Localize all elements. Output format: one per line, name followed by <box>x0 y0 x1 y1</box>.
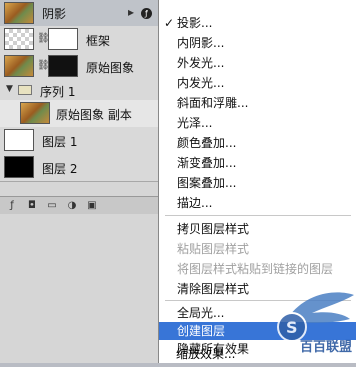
mask-icon[interactable]: ◘ <box>26 200 38 211</box>
layer-row[interactable]: ⛓ 原始图象 <box>0 53 160 81</box>
layer-mask-thumbnail[interactable] <box>48 55 78 77</box>
layer-row[interactable]: 图层 1 <box>0 127 160 155</box>
menu-item-outer-glow[interactable]: 外发光... <box>159 54 356 72</box>
new-layer-icon[interactable]: ▣ <box>86 200 98 211</box>
layer-group-row[interactable]: ▼ 序列 1 <box>0 80 160 101</box>
panel-top-icons: ▸ ƒ <box>128 5 152 19</box>
expand-arrow-icon[interactable]: ▸ <box>128 5 134 19</box>
menu-item-color-overlay[interactable]: 颜色叠加... <box>159 134 356 152</box>
menu-item-paste-layer-style: 粘贴图层样式 <box>177 242 250 256</box>
layer-mask-thumbnail[interactable] <box>48 28 78 50</box>
watermark-logo: S 百百联盟 <box>230 285 356 363</box>
layer-name: 阴影 <box>42 7 67 21</box>
menu-item-drop-shadow[interactable]: ✓ 投影... <box>159 14 356 32</box>
menu-item-paste-to-linked: 将图层样式粘贴到链接的图层 <box>177 262 334 276</box>
menu-item-satin[interactable]: 光泽... <box>159 114 356 132</box>
menu-item-inner-shadow[interactable]: 内阴影... <box>159 34 356 52</box>
layer-row[interactable]: ⛓ 框架 <box>0 26 160 54</box>
fx-badge-icon: ƒ <box>140 8 152 19</box>
layer-row[interactable]: 原始图象 副本 <box>0 100 160 128</box>
layer-name: 序列 1 <box>40 85 76 99</box>
layer-thumbnail <box>4 156 34 178</box>
layer-name: 图层 2 <box>42 162 78 176</box>
layer-name: 原始图象 副本 <box>56 108 132 122</box>
adjustment-icon[interactable]: ◑ <box>66 200 78 211</box>
menu-separator <box>165 215 351 216</box>
menu-item-gradient-overlay[interactable]: 渐变叠加... <box>159 154 356 172</box>
menu-item-inner-glow[interactable]: 内发光... <box>159 74 356 92</box>
fx-icon[interactable]: ƒ <box>6 200 18 211</box>
layer-thumbnail <box>20 102 50 124</box>
menu-item-bevel-emboss[interactable]: 斜面和浮雕... <box>159 94 356 112</box>
layer-thumbnail <box>4 28 34 50</box>
layer-thumbnail <box>4 55 34 77</box>
layer-name: 框架 <box>86 34 111 48</box>
layer-name: 图层 1 <box>42 135 78 149</box>
expand-triangle-icon[interactable]: ▼ <box>6 84 13 94</box>
menu-item-stroke[interactable]: 描边... <box>159 194 356 212</box>
layer-row[interactable]: 图层 2 <box>0 154 160 182</box>
menu-item-pattern-overlay[interactable]: 图案叠加... <box>159 174 356 192</box>
folder-icon <box>18 85 32 95</box>
checkmark-icon: ✓ <box>164 16 175 30</box>
layer-thumbnail <box>4 129 34 151</box>
layer-thumbnail <box>4 2 34 24</box>
layer-name: 原始图象 <box>86 61 135 75</box>
svg-text:百百联盟: 百百联盟 <box>300 339 352 355</box>
menu-item-copy-layer-style[interactable]: 拷贝图层样式 <box>159 220 356 238</box>
svg-text:S: S <box>286 318 298 337</box>
folder-icon[interactable]: ▭ <box>46 200 58 211</box>
